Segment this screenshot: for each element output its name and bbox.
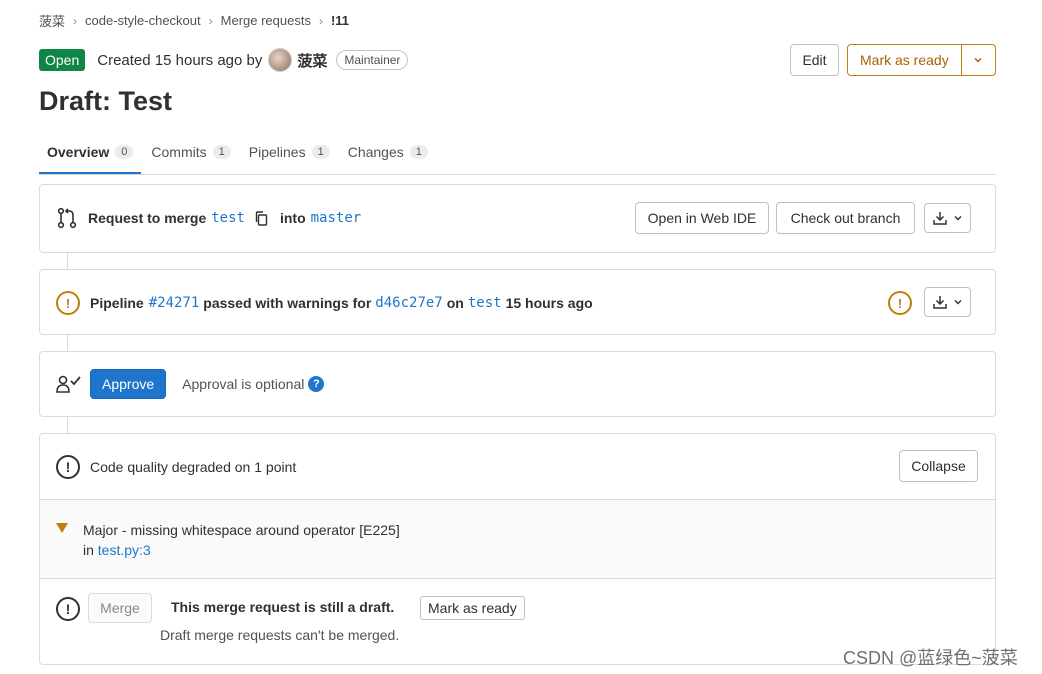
watermark: CSDN @蓝绿色~菠菜 [843, 648, 1018, 668]
tab-count: 0 [115, 145, 134, 159]
mark-ready-inline-button[interactable]: Mark as ready [420, 596, 525, 620]
issue-location-link[interactable]: test.py:3 [98, 542, 151, 558]
chevron-down-icon [953, 297, 963, 307]
merge-request-icon [56, 207, 78, 229]
breadcrumb: 菠菜 › code-style-checkout › Merge request… [39, 11, 349, 30]
breadcrumb-group[interactable]: 菠菜 [39, 11, 65, 30]
list-item: Major - missing whitespace around operat… [83, 520, 400, 560]
issue-description: Major - missing whitespace around operat… [83, 522, 400, 538]
approve-button[interactable]: Approve [90, 369, 167, 399]
alert-icon: ! [56, 455, 80, 479]
into-text: into [279, 210, 306, 226]
pipeline-status-text: passed with warnings for [203, 295, 372, 311]
pipeline-widget: ! Pipeline #24271 passed with warnings f… [39, 269, 996, 335]
widget-connector [67, 335, 68, 351]
download-icon [932, 295, 947, 309]
code-quality-issue-list: Major - missing whitespace around operat… [40, 499, 995, 579]
mark-ready-button[interactable]: Mark as ready [848, 45, 962, 75]
chevron-down-icon[interactable] [962, 45, 995, 75]
approval-user-check-icon [56, 374, 82, 394]
pipeline-artifacts-dropdown[interactable] [924, 287, 971, 317]
breadcrumb-project[interactable]: code-style-checkout [85, 13, 201, 28]
approval-optional-text: Approval is optional [182, 376, 305, 392]
author-link[interactable]: 菠菜 [297, 50, 327, 71]
pipeline-branch-link[interactable]: test [468, 295, 502, 311]
collapse-button[interactable]: Collapse [899, 450, 978, 482]
code-quality-widget: ! Code quality degraded on 1 point Colla… [39, 433, 996, 665]
tab-count: 1 [409, 145, 428, 159]
chevron-right-icon: › [318, 13, 323, 28]
target-branch-link[interactable]: master [311, 210, 362, 226]
warning-stage-icon[interactable]: ! [888, 291, 912, 315]
mark-ready-split-button: Mark as ready [847, 44, 996, 76]
download-icon [932, 211, 947, 225]
severity-major-icon [55, 521, 69, 539]
draft-note: Draft merge requests can't be merged. [160, 627, 400, 643]
widget-connector [67, 417, 68, 433]
question-icon[interactable]: ? [308, 376, 325, 392]
tab-count: 1 [212, 145, 231, 159]
breadcrumb-merge-requests[interactable]: Merge requests [221, 13, 311, 28]
widget-connector [67, 253, 68, 269]
breadcrumb-current[interactable]: !11 [331, 13, 349, 28]
tab-label: Pipelines [248, 144, 306, 160]
chevron-right-icon: › [208, 13, 213, 28]
chevron-right-icon: › [73, 13, 78, 28]
chevron-down-icon [953, 213, 963, 223]
pipeline-prefix: Pipeline [90, 295, 144, 311]
tab-label: Changes [347, 144, 404, 160]
role-badge: Maintainer [336, 50, 409, 70]
pipeline-id-link[interactable]: #24271 [149, 295, 200, 311]
avatar[interactable] [268, 48, 293, 72]
mr-tabs: Overview 0 Commits 1 Pipelines 1 Changes… [39, 132, 996, 175]
download-dropdown-button[interactable] [924, 203, 971, 233]
draft-title: This merge request is still a draft. [171, 599, 395, 615]
tab-label: Commits [151, 144, 207, 160]
merge-button: Merge [88, 593, 152, 623]
copy-icon[interactable] [255, 210, 268, 226]
merge-prefix: Request to merge [88, 210, 207, 226]
warning-status-icon[interactable]: ! [56, 291, 80, 315]
tab-overview[interactable]: Overview 0 [39, 132, 142, 174]
tab-label: Overview [47, 144, 110, 160]
source-branch-link[interactable]: test [211, 210, 245, 226]
status-badge: Open [39, 49, 86, 71]
alert-icon: ! [56, 597, 80, 621]
on-text: on [446, 295, 464, 311]
tab-count: 1 [311, 145, 330, 159]
code-quality-summary: Code quality degraded on 1 point [90, 459, 297, 475]
tab-changes[interactable]: Changes 1 [340, 132, 436, 172]
page-title: Draft: Test [39, 86, 173, 116]
tab-commits[interactable]: Commits 1 [143, 132, 238, 172]
tab-pipelines[interactable]: Pipelines 1 [241, 132, 338, 172]
mr-header: Open Created 15 hours ago by 菠菜 Maintain… [39, 48, 409, 72]
merge-info-widget: Request to merge test into master Open i… [39, 184, 996, 253]
open-web-ide-button[interactable]: Open in Web IDE [635, 202, 769, 234]
check-out-branch-button[interactable]: Check out branch [776, 202, 915, 234]
approval-widget: Approve Approval is optional ? [39, 351, 996, 417]
pipeline-time: 15 hours ago [505, 295, 593, 311]
in-text: in [83, 542, 94, 558]
created-text: Created 15 hours ago by [97, 51, 263, 69]
edit-button[interactable]: Edit [790, 44, 839, 76]
commit-link[interactable]: d46c27e7 [375, 295, 442, 311]
